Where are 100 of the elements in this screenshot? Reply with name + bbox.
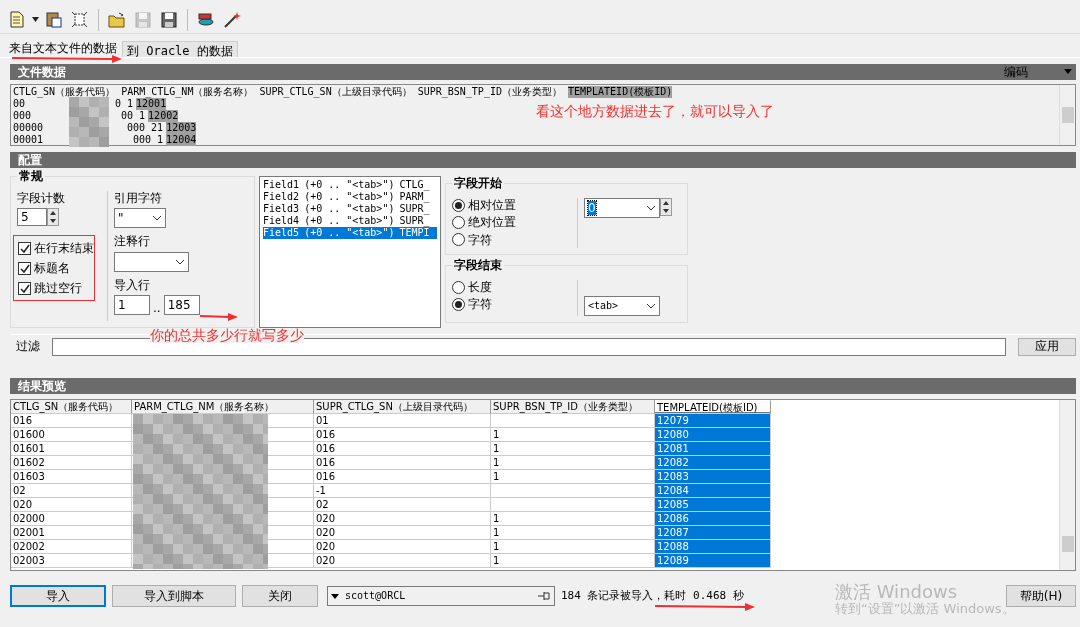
table-cell: 016 xyxy=(314,456,491,470)
table-cell: 12079 xyxy=(655,414,771,428)
table-cell: 016 xyxy=(11,414,132,428)
table-cell: 020 xyxy=(314,512,491,526)
text-field[interactable]: 1 xyxy=(114,295,150,316)
field-list[interactable]: Field1 (+0 .. "<tab>") CTLG_ Field2 (+0 .. "<tab>") PARM_ Field3 (+0 .. "<tab>") SUPR_ Field4 (+0 .. "<tab>") SUPR_ Field5 (+0 .. "<tab>") TEMPI xyxy=(259,176,441,328)
column-header: SUPR_CTLG_SN（上级目录代码） xyxy=(259,86,412,98)
column-header[interactable]: TEMPLATEID(模板ID) xyxy=(655,400,771,414)
group-title: 常规 xyxy=(17,169,45,184)
dropdown-caret-icon[interactable] xyxy=(32,17,39,22)
position-dropdown[interactable]: 0 xyxy=(584,198,660,218)
document-icon xyxy=(7,9,27,30)
table-cell: 12080 xyxy=(655,428,771,442)
radio-button[interactable] xyxy=(452,216,465,230)
data-line-text: 000 1 xyxy=(133,134,164,146)
radio-label: 绝对位置 xyxy=(468,215,516,230)
delimiter-dropdown[interactable]: <tab> xyxy=(584,296,660,316)
table-cell: 020 xyxy=(314,540,491,554)
table-cell: 1 xyxy=(491,442,655,456)
radio-button[interactable] xyxy=(452,298,465,312)
blank-page-icon xyxy=(70,9,90,30)
data-line-text: 000 xyxy=(13,110,33,122)
table-cell: 02003 xyxy=(11,554,132,568)
annotation-text: 看这个地方数据进去了，就可以导入了 xyxy=(536,103,774,120)
status-text: 184 条记录被导入，耗时 0.468 秒 xyxy=(561,589,744,603)
annotation-arrow xyxy=(200,313,238,321)
checkbox[interactable] xyxy=(18,241,31,255)
checkmark-icon xyxy=(19,263,30,275)
quote-dropdown[interactable]: " xyxy=(114,208,166,229)
radio-label: 相对位置 xyxy=(468,198,516,213)
radio-label: 长度 xyxy=(468,280,492,295)
field-label: 字段计数 xyxy=(17,191,66,206)
apply-button[interactable]: 应用 xyxy=(1018,337,1076,356)
table-cell: 1 xyxy=(491,554,655,568)
data-line-text: 12001 xyxy=(136,98,167,110)
activation-text: 激活 Windows xyxy=(835,583,959,602)
table-cell: 02000 xyxy=(11,512,132,526)
column-header[interactable]: CTLG_SN（服务代码） xyxy=(11,400,132,414)
table-cell: 016 xyxy=(314,442,491,456)
field-label: 过滤 xyxy=(16,339,40,354)
table-cell: 1 xyxy=(491,512,655,526)
table-cell: 12082 xyxy=(655,456,771,470)
list-item[interactable]: Field2 (+0 .. "<tab>") PARM_ xyxy=(263,191,437,203)
list-item[interactable]: Field4 (+0 .. "<tab>") SUPR_ xyxy=(263,215,437,227)
radio-button[interactable] xyxy=(452,233,465,247)
spin-buttons[interactable] xyxy=(660,198,672,216)
radio-label: 字符 xyxy=(468,232,492,248)
text-field[interactable]: 185 xyxy=(163,295,200,316)
column-header[interactable]: SUPR_BSN_TP_ID（业务类型） xyxy=(491,400,655,414)
clipboard-icon xyxy=(44,9,64,30)
floppy-icon xyxy=(159,9,179,30)
data-line-text: 00001 xyxy=(13,134,45,146)
column-header: PARM_CTLG_NM（服务名称） xyxy=(121,86,254,98)
chevron-down-icon xyxy=(152,215,162,222)
field-label: 导入行 xyxy=(114,277,151,293)
column-header[interactable]: SUPR_CTLG_SN（上级目录代码） xyxy=(314,400,491,414)
radio-button[interactable] xyxy=(452,280,465,294)
panel-title: 文件数据 xyxy=(18,64,66,80)
list-item[interactable]: Field5 (+0 .. "<tab>") TEMPI xyxy=(263,227,437,239)
table-cell: 12084 xyxy=(655,484,771,498)
panel-title: 配置 xyxy=(18,152,42,168)
data-line-text: 12004 xyxy=(166,134,197,146)
radio-button[interactable] xyxy=(452,198,465,212)
connection-dropdown[interactable]: scott@ORCL xyxy=(327,586,555,606)
table-cell: 02 xyxy=(314,498,491,512)
pixelated-blur xyxy=(69,97,109,147)
table-cell: 12087 xyxy=(655,526,771,540)
data-line-text: 12003 xyxy=(166,122,197,134)
encoding-dropdown[interactable]: 编码 xyxy=(1004,64,1072,80)
checkbox[interactable] xyxy=(18,281,31,295)
button[interactable]: 导入到脚本 xyxy=(112,585,236,607)
table-cell: 12081 xyxy=(655,442,771,456)
data-line-text: 000 21 xyxy=(127,122,164,134)
table-cell: 12086 xyxy=(655,512,771,526)
data-line-text: 00 1 xyxy=(121,110,146,122)
table-cell: 1 xyxy=(491,428,655,442)
table-cell: 12089 xyxy=(655,554,771,568)
pin-icon xyxy=(537,591,551,601)
table-cell: 1 xyxy=(491,540,655,554)
data-line-text: 12002 xyxy=(148,110,179,122)
column-header[interactable]: PARM_CTLG_NM（服务名称） xyxy=(132,400,314,414)
tab[interactable]: 到 Oracle 的数据 xyxy=(122,41,238,57)
button[interactable]: 关闭 xyxy=(242,585,318,607)
panel-title: 结果预览 xyxy=(18,378,66,394)
chevron-down-icon xyxy=(646,303,656,309)
checkbox[interactable] xyxy=(18,261,31,275)
list-item[interactable]: Field3 (+0 .. "<tab>") SUPR_ xyxy=(263,203,437,215)
separator-text: .. xyxy=(153,300,161,316)
radio-label: 字符 xyxy=(468,297,492,312)
table-cell: 020 xyxy=(314,526,491,540)
number-field[interactable]: 5 xyxy=(17,208,47,227)
spin-buttons[interactable] xyxy=(47,208,59,227)
list-item[interactable]: Field1 (+0 .. "<tab>") CTLG_ xyxy=(263,179,437,191)
table-cell: 016 xyxy=(314,470,491,484)
button[interactable]: 导入 xyxy=(10,585,106,607)
comment-dropdown[interactable] xyxy=(114,251,189,272)
help-button[interactable]: 帮助(H) xyxy=(1006,585,1076,607)
column-header: TEMPLATEID(模板ID) xyxy=(567,86,673,98)
data-line-text: 00 xyxy=(13,98,27,110)
dropdown-caret-icon xyxy=(331,593,339,599)
